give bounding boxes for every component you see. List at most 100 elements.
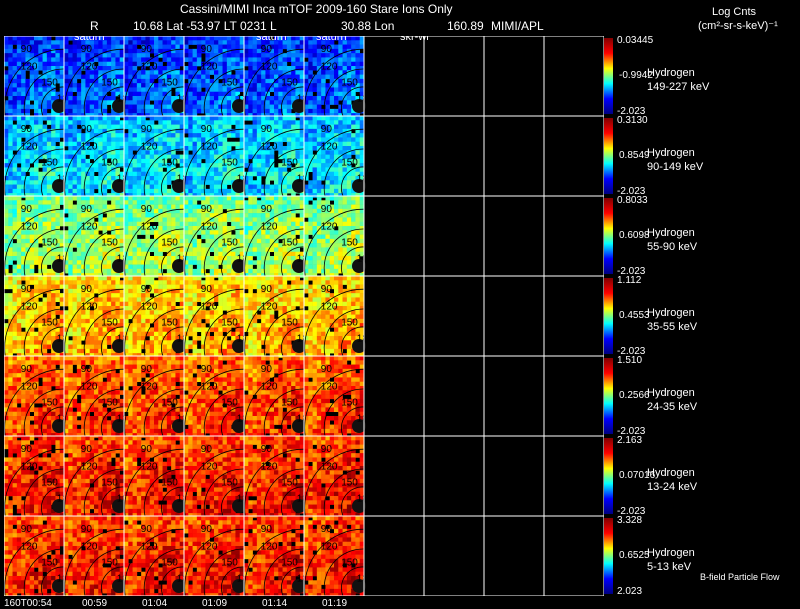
data-pixel [98, 200, 103, 205]
data-pixel [329, 171, 335, 177]
data-pixel [68, 128, 73, 134]
data-pixel [316, 184, 322, 190]
data-pixel [256, 247, 262, 253]
data-pixel [316, 234, 322, 240]
data-pixel [184, 116, 189, 121]
data-pixel [231, 256, 236, 261]
data-pixel [72, 256, 78, 261]
data-pixel [141, 83, 146, 88]
data-pixel [154, 260, 159, 265]
data-pixel [132, 36, 138, 41]
data-pixel [312, 204, 318, 210]
data-pixel [72, 128, 78, 134]
data-pixel [76, 180, 82, 185]
data-pixel [274, 87, 279, 93]
data-pixel [154, 87, 159, 93]
data-pixel [278, 230, 283, 235]
data-pixel [218, 256, 223, 261]
data-pixel [205, 96, 211, 101]
data-pixel [312, 193, 318, 198]
data-pixel [12, 340, 18, 345]
data-pixel [55, 284, 61, 290]
data-pixel [4, 48, 9, 54]
data-pixel [25, 318, 31, 324]
data-pixel [85, 188, 91, 194]
data-pixel [316, 171, 322, 177]
data-pixel [184, 243, 189, 248]
data-pixel [72, 146, 78, 151]
data-pixel [115, 133, 121, 138]
data-pixel [184, 137, 189, 143]
data-pixel [321, 247, 326, 253]
data-pixel [286, 196, 292, 201]
data-pixel [102, 184, 108, 190]
data-pixel [222, 204, 228, 210]
data-pixel [42, 204, 48, 210]
data-pixel [25, 260, 31, 265]
data-pixel [128, 116, 133, 121]
data-pixel [158, 104, 163, 110]
data-pixel [316, 176, 322, 181]
data-pixel [351, 124, 356, 130]
data-pixel [188, 196, 193, 201]
data-pixel [154, 256, 159, 261]
data-pixel [295, 204, 301, 210]
data-pixel [21, 167, 26, 173]
data-pixel [321, 264, 326, 270]
data-pixel [115, 137, 121, 143]
data-pixel [291, 61, 296, 67]
data-pixel [136, 264, 142, 270]
data-pixel [55, 57, 61, 63]
data-pixel [188, 171, 193, 177]
data-pixel [29, 167, 35, 173]
data-pixel [346, 226, 352, 231]
data-pixel [145, 238, 151, 244]
data-pixel [46, 268, 52, 274]
data-pixel [64, 150, 69, 155]
data-pixel [51, 44, 56, 50]
data-pixel [64, 96, 69, 101]
data-pixel [128, 217, 133, 223]
data-pixel [154, 44, 159, 50]
data-pixel [218, 226, 223, 231]
image-panel: 9012015018 [64, 196, 128, 278]
data-pixel [106, 66, 112, 71]
data-pixel [89, 247, 95, 253]
data-pixel [16, 116, 22, 121]
data-pixel [222, 184, 228, 190]
image-panel: 9012015018 [4, 36, 68, 118]
data-pixel [308, 221, 313, 227]
data-pixel [85, 100, 91, 105]
data-pixel [111, 141, 116, 147]
data-pixel [231, 36, 236, 41]
data-pixel [25, 276, 31, 281]
data-pixel [111, 70, 116, 75]
data-pixel [214, 256, 219, 261]
data-pixel [248, 53, 253, 58]
data-pixel [291, 96, 296, 101]
data-pixel [21, 247, 26, 253]
data-pixel [16, 87, 22, 93]
data-pixel [98, 96, 103, 101]
data-pixel [12, 243, 18, 248]
data-pixel [196, 238, 202, 244]
contour-label: 90 [21, 124, 33, 135]
data-pixel [149, 260, 155, 265]
data-pixel [244, 226, 249, 231]
data-pixel [132, 256, 138, 261]
data-pixel [214, 180, 219, 185]
data-pixel [124, 120, 129, 125]
data-pixel [244, 213, 249, 218]
data-pixel [4, 297, 9, 303]
data-pixel [316, 100, 322, 105]
data-pixel [338, 141, 343, 147]
data-pixel [329, 180, 335, 185]
data-pixel [222, 104, 228, 110]
data-pixel [81, 104, 86, 110]
data-pixel [196, 87, 202, 93]
data-pixel [166, 91, 172, 97]
image-panel: 9012015018 [304, 116, 368, 198]
data-pixel [64, 204, 69, 210]
data-pixel [308, 213, 313, 218]
data-pixel [196, 74, 202, 80]
